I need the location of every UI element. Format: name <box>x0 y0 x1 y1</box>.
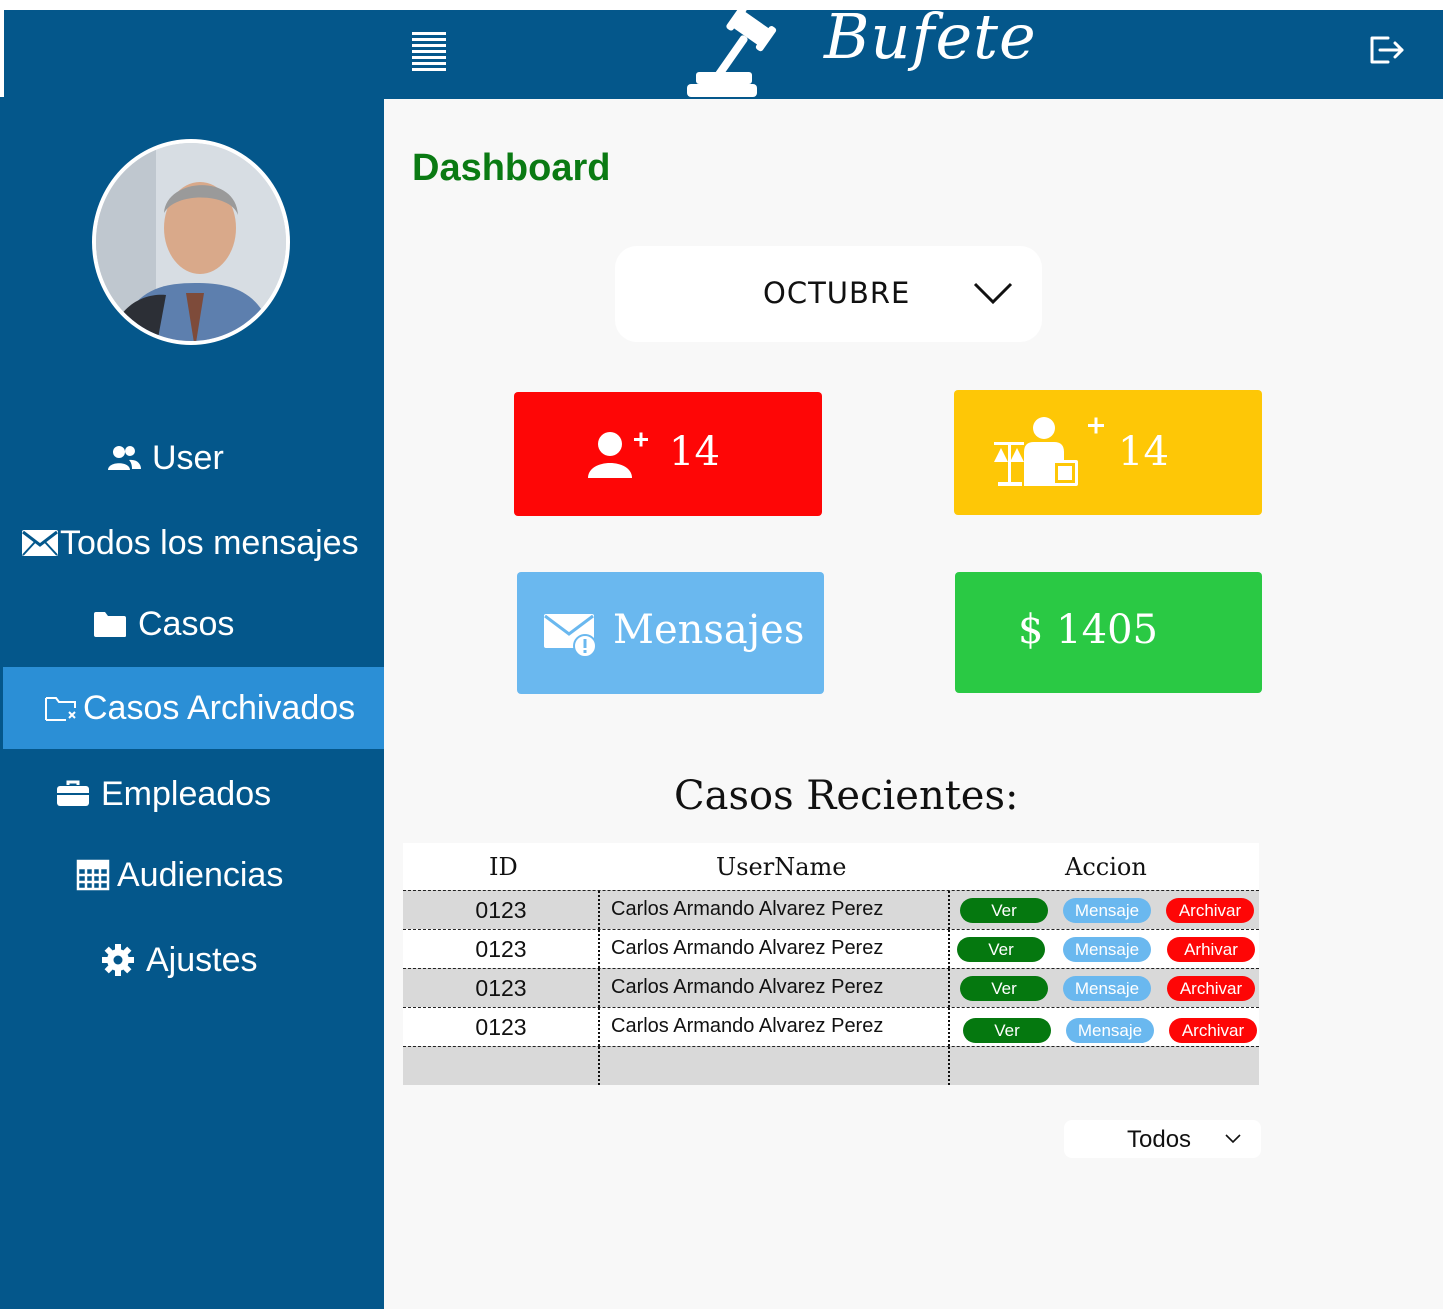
archivar-button[interactable]: Archivar <box>1169 1018 1257 1043</box>
table-row: 0123 Carlos Armando Alvarez Perez Ver Me… <box>403 1007 1259 1046</box>
month-select-value: OCTUBRE <box>763 276 911 310</box>
user-avatar[interactable] <box>92 139 290 345</box>
sidebar-item-ajustes[interactable]: Ajustes <box>0 932 384 988</box>
table-row-empty <box>403 1046 1259 1085</box>
new-lawyers-count: 14 <box>1118 429 1169 475</box>
case-username: Carlos Armando Alvarez Perez <box>611 976 884 998</box>
mensaje-button[interactable]: Mensaje <box>1063 937 1151 962</box>
table-row: 0123 Carlos Armando Alvarez Perez Ver Me… <box>403 968 1259 1007</box>
case-id: 0123 <box>475 897 527 923</box>
chevron-down-icon <box>973 282 1013 305</box>
ver-button[interactable]: Ver <box>960 898 1048 923</box>
revenue-card[interactable]: $ 1405 <box>955 572 1262 693</box>
mensaje-button[interactable]: Mensaje <box>1063 976 1151 1001</box>
sidebar-item-label: Todos los mensajes <box>60 523 359 562</box>
mensaje-button[interactable]: Mensaje <box>1063 898 1151 923</box>
lawyer-plus-icon <box>994 417 1104 486</box>
filter-select-value: Todos <box>1127 1126 1192 1153</box>
column-header-id: ID <box>489 853 518 881</box>
table-row: 0123 Carlos Armando Alvarez Perez Ver Me… <box>403 929 1259 968</box>
brand-name: Bufete <box>824 0 1037 73</box>
new-lawyers-card[interactable]: 14 <box>954 390 1262 515</box>
revenue-amount: $ 1405 <box>1018 607 1158 653</box>
column-header-accion: Accion <box>1065 853 1147 881</box>
case-username: Carlos Armando Alvarez Perez <box>611 937 884 959</box>
folder-icon <box>90 604 130 644</box>
new-users-count: 14 <box>669 429 720 475</box>
sidebar-item-casos[interactable]: Casos <box>0 596 384 652</box>
new-users-card[interactable]: 14 <box>514 392 822 516</box>
mensaje-button[interactable]: Mensaje <box>1066 1018 1154 1043</box>
sidebar-item-label: Empleados <box>101 774 272 813</box>
archivar-button[interactable]: Archivar <box>1167 976 1255 1001</box>
ver-button[interactable]: Ver <box>960 976 1048 1001</box>
users-icon <box>104 438 144 478</box>
gear-icon <box>98 940 138 980</box>
recent-cases-table: ID UserName Accion 0123 Carlos Armando A… <box>403 843 1259 1085</box>
case-id: 0123 <box>475 1014 527 1040</box>
sidebar-item-label: Casos <box>138 604 235 643</box>
case-id: 0123 <box>475 936 527 962</box>
sidebar-item-audiencias[interactable]: Audiencias <box>0 847 384 903</box>
chevron-down-icon <box>1225 1134 1241 1144</box>
envelope-alert-icon <box>544 614 597 658</box>
logout-icon[interactable] <box>1366 32 1406 68</box>
month-select[interactable]: OCTUBRE <box>615 246 1042 342</box>
briefcase-icon <box>53 774 93 814</box>
recent-cases-title: Casos Recientes: <box>674 773 1019 819</box>
table-row: 0123 Carlos Armando Alvarez Perez Ver Me… <box>403 890 1259 929</box>
sidebar-item-label: Audiencias <box>117 855 284 894</box>
sidebar-item-empleados[interactable]: Empleados <box>0 766 384 822</box>
archivar-button[interactable]: Archivar <box>1166 898 1254 923</box>
main-content: Dashboard OCTUBRE 14 14 Mensajes $ 1405 … <box>384 99 1443 1309</box>
column-header-username: UserName <box>716 853 847 881</box>
sidebar-item-casos-archivados[interactable]: Casos Archivados <box>3 667 384 749</box>
case-username: Carlos Armando Alvarez Perez <box>611 1015 884 1037</box>
sidebar-item-label: User <box>152 438 224 477</box>
user-plus-icon <box>588 432 648 478</box>
sidebar-item-todos-los-mensajes[interactable]: Todos los mensajes <box>0 515 384 571</box>
folder-archive-icon <box>41 688 81 728</box>
case-username: Carlos Armando Alvarez Perez <box>611 898 884 920</box>
page-title: Dashboard <box>412 147 611 189</box>
calendar-grid-icon <box>73 855 113 895</box>
table-header: ID UserName Accion <box>403 843 1259 890</box>
envelope-icon <box>20 523 60 563</box>
sidebar-item-label: Casos Archivados <box>83 688 356 727</box>
messages-label: Mensajes <box>613 607 805 653</box>
case-id: 0123 <box>475 975 527 1001</box>
filter-select[interactable]: Todos <box>1064 1120 1261 1158</box>
ver-button[interactable]: Ver <box>963 1018 1051 1043</box>
sidebar-item-label: Ajustes <box>146 940 258 979</box>
messages-card[interactable]: Mensajes <box>517 572 824 694</box>
menu-icon[interactable] <box>408 30 448 76</box>
archivar-button[interactable]: Arhivar <box>1167 937 1255 962</box>
sidebar-item-user[interactable]: User <box>0 430 384 486</box>
ver-button[interactable]: Ver <box>957 937 1045 962</box>
